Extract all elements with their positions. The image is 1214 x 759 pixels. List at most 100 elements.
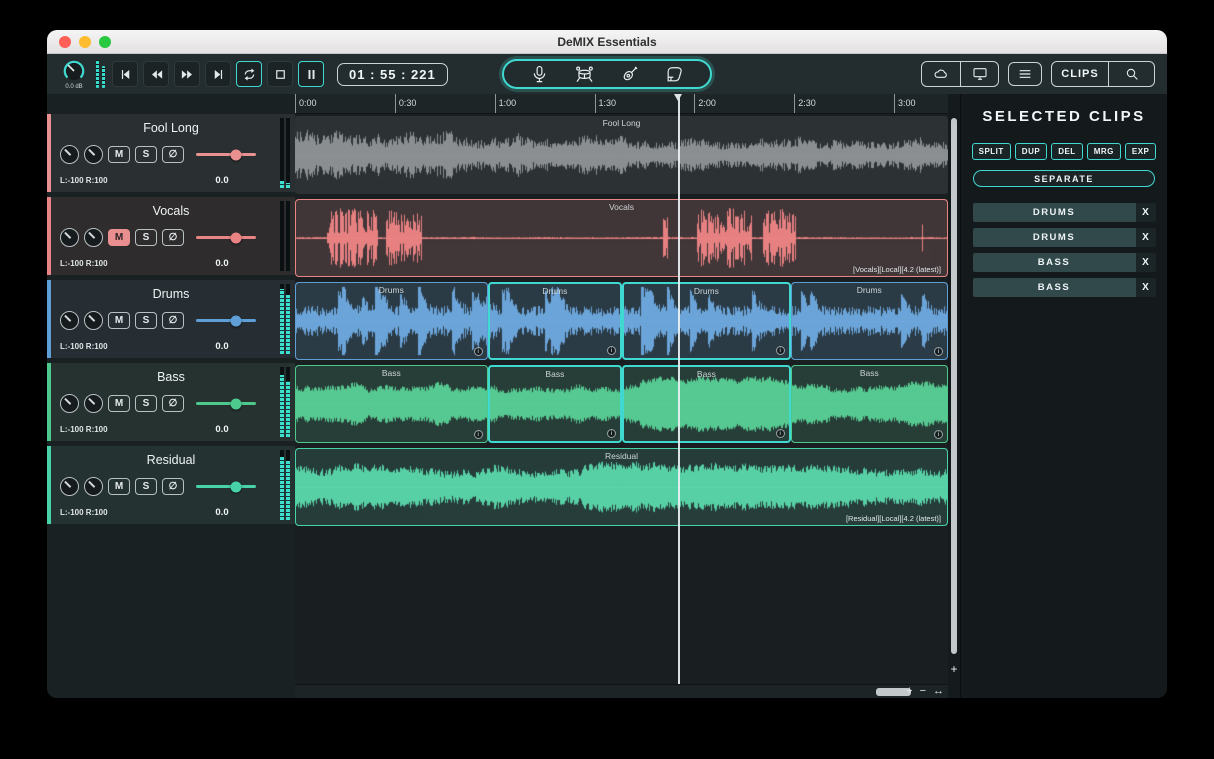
rewind-button[interactable] <box>143 61 169 87</box>
vscroll-handle[interactable] <box>951 118 957 654</box>
gain-knob[interactable] <box>60 477 79 496</box>
audio-clip[interactable]: Vocals [Vocals][Local][4.2 (latest)] <box>295 199 948 277</box>
phase-button[interactable]: ∅ <box>162 478 184 495</box>
clip-action-split[interactable]: SPLIT <box>972 143 1011 160</box>
clip-info-badge[interactable]: i <box>607 346 616 355</box>
selected-clip-item[interactable]: BASS X <box>973 253 1156 272</box>
remove-clip-button[interactable]: X <box>1136 203 1156 222</box>
clip-action-dup[interactable]: DUP <box>1015 143 1047 160</box>
horizontal-scrollbar[interactable]: + − ↔ <box>295 684 948 698</box>
time-ruler[interactable]: 0:000:301:001:302:002:303:00 <box>295 94 948 114</box>
clips-button[interactable]: CLIPS <box>1052 62 1108 86</box>
gain-knob[interactable] <box>60 394 79 413</box>
selected-clip-item[interactable]: DRUMS X <box>973 228 1156 247</box>
audio-clip[interactable]: Bass i <box>622 365 790 443</box>
solo-button[interactable]: S <box>135 312 157 329</box>
mute-button[interactable]: M <box>108 229 130 246</box>
volume-slider-thumb[interactable] <box>230 232 241 243</box>
skip-to-end-button[interactable] <box>205 61 231 87</box>
audio-clip[interactable]: Bass i <box>791 365 948 443</box>
magnifier-icon <box>1124 66 1140 82</box>
drums-icon[interactable] <box>575 65 594 84</box>
clip-info-badge[interactable]: i <box>474 430 483 439</box>
menu-button[interactable] <box>1008 62 1042 86</box>
audio-clip[interactable]: Drums i <box>488 282 623 360</box>
clip-info-badge[interactable]: i <box>934 347 943 356</box>
guitar-icon[interactable] <box>620 65 639 84</box>
clip-action-exp[interactable]: EXP <box>1125 143 1157 160</box>
volume-slider-thumb[interactable] <box>230 398 241 409</box>
volume-slider[interactable] <box>196 236 256 239</box>
phase-button[interactable]: ∅ <box>162 312 184 329</box>
pan-knob[interactable] <box>84 394 103 413</box>
clip-info-badge[interactable]: i <box>776 346 785 355</box>
audio-clip[interactable]: Residual [Residual][Local][4.2 (latest)] <box>295 448 948 526</box>
audio-clip[interactable]: Bass i <box>488 365 623 443</box>
mute-button[interactable]: M <box>108 146 130 163</box>
volume-slider[interactable] <box>196 319 256 322</box>
piano-icon[interactable] <box>665 65 684 84</box>
clip-action-del[interactable]: DEL <box>1051 143 1083 160</box>
volume-slider[interactable] <box>196 485 256 488</box>
vertical-scrollbar[interactable]: + <box>948 94 960 698</box>
zoom-fit-button[interactable]: ↔ <box>933 686 944 697</box>
volume-slider[interactable] <box>196 402 256 405</box>
audio-clip[interactable]: Bass i <box>295 365 488 443</box>
cloud-button[interactable] <box>922 62 960 86</box>
close-button[interactable] <box>59 36 71 48</box>
audio-clip[interactable]: Drums i <box>622 282 790 360</box>
output-gain-knob[interactable] <box>62 59 86 83</box>
selected-clip-item[interactable]: BASS X <box>973 278 1156 297</box>
gain-knob[interactable] <box>60 228 79 247</box>
pan-knob[interactable] <box>84 477 103 496</box>
remove-clip-button[interactable]: X <box>1136 278 1156 297</box>
gain-knob[interactable] <box>60 311 79 330</box>
playhead-marker[interactable] <box>674 94 682 101</box>
separate-button[interactable]: SEPARATE <box>973 170 1155 187</box>
pause-button[interactable] <box>298 61 324 87</box>
microphone-icon[interactable] <box>530 65 549 84</box>
vertical-zoom-in-button[interactable]: + <box>948 662 960 676</box>
skip-to-start-button[interactable] <box>112 61 138 87</box>
fast-forward-button[interactable] <box>174 61 200 87</box>
minimize-button[interactable] <box>79 36 91 48</box>
stop-button[interactable] <box>267 61 293 87</box>
volume-slider-thumb[interactable] <box>230 315 241 326</box>
gain-knob[interactable] <box>60 145 79 164</box>
clip-info-badge[interactable]: i <box>934 430 943 439</box>
volume-slider-thumb[interactable] <box>230 481 241 492</box>
mute-button[interactable]: M <box>108 478 130 495</box>
volume-slider-thumb[interactable] <box>230 149 241 160</box>
selected-clip-item[interactable]: DRUMS X <box>973 203 1156 222</box>
fullscreen-button[interactable] <box>99 36 111 48</box>
remove-clip-button[interactable]: X <box>1136 253 1156 272</box>
local-device-button[interactable] <box>960 62 998 86</box>
solo-button[interactable]: S <box>135 478 157 495</box>
clip-info-badge[interactable]: i <box>776 429 785 438</box>
phase-button[interactable]: ∅ <box>162 146 184 163</box>
mute-button[interactable]: M <box>108 395 130 412</box>
zoom-in-button[interactable]: + <box>906 686 912 697</box>
clip-action-mrg[interactable]: MRG <box>1087 143 1121 160</box>
mute-button[interactable]: M <box>108 312 130 329</box>
clip-info-badge[interactable]: i <box>607 429 616 438</box>
phase-button[interactable]: ∅ <box>162 229 184 246</box>
pan-knob[interactable] <box>84 311 103 330</box>
search-button[interactable] <box>1108 62 1154 86</box>
zoom-out-button[interactable]: − <box>920 686 926 697</box>
audio-clip[interactable]: Drums i <box>295 282 488 360</box>
audio-clip[interactable]: Drums i <box>791 282 948 360</box>
solo-button[interactable]: S <box>135 395 157 412</box>
loop-button[interactable] <box>236 61 262 87</box>
solo-button[interactable]: S <box>135 146 157 163</box>
remove-clip-button[interactable]: X <box>1136 228 1156 247</box>
solo-button[interactable]: S <box>135 229 157 246</box>
audio-clip[interactable]: Fool Long <box>295 116 948 194</box>
volume-slider[interactable] <box>196 153 256 156</box>
pan-knob[interactable] <box>84 228 103 247</box>
phase-button[interactable]: ∅ <box>162 395 184 412</box>
stem-selector[interactable] <box>502 59 712 89</box>
clip-info-badge[interactable]: i <box>474 347 483 356</box>
pan-knob[interactable] <box>84 145 103 164</box>
playhead[interactable] <box>678 94 680 684</box>
